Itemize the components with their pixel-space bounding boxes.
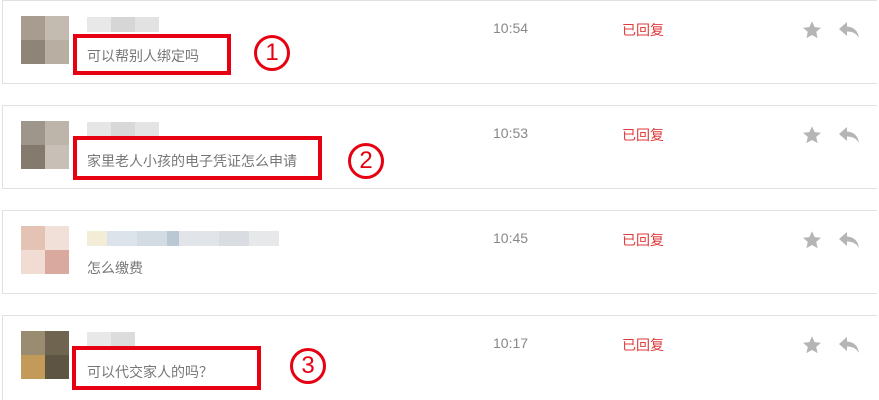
sender-name-blurred <box>87 231 279 246</box>
message-row[interactable]: 可以帮别人绑定吗 10:54 已回复 <box>2 0 877 84</box>
sender-name-blurred <box>87 17 159 32</box>
reply-arrow-icon[interactable] <box>837 334 861 356</box>
star-icon[interactable] <box>801 19 823 41</box>
annotation-number: 2 <box>348 143 384 179</box>
star-icon[interactable] <box>801 229 823 251</box>
message-time: 10:54 <box>493 20 529 36</box>
status-badge: 已回复 <box>622 23 664 39</box>
reply-arrow-icon[interactable] <box>837 124 861 146</box>
status-badge: 已回复 <box>622 338 664 354</box>
reply-arrow-icon[interactable] <box>837 229 861 251</box>
star-icon[interactable] <box>801 334 823 356</box>
star-icon[interactable] <box>801 124 823 146</box>
avatar[interactable] <box>21 331 69 379</box>
annotation-number: 1 <box>254 35 290 71</box>
message-time: 10:45 <box>493 230 529 246</box>
annotation-number: 3 <box>290 348 326 384</box>
reply-arrow-icon[interactable] <box>837 19 861 41</box>
message-text[interactable]: 可以帮别人绑定吗 <box>87 46 199 66</box>
message-row[interactable]: 家里老人小孩的电子凭证怎么申请 10:53 已回复 <box>2 105 877 189</box>
message-time: 10:17 <box>493 335 529 351</box>
avatar[interactable] <box>21 226 69 274</box>
message-list: 可以帮别人绑定吗 10:54 已回复 家里老人小孩的电子凭证怎么申请 10:53… <box>0 0 879 400</box>
message-row[interactable]: 怎么缴费 10:45 已回复 <box>2 210 877 294</box>
sender-name-blurred <box>87 122 159 137</box>
avatar[interactable] <box>21 16 69 64</box>
message-text[interactable]: 怎么缴费 <box>87 258 143 278</box>
message-text[interactable]: 家里老人小孩的电子凭证怎么申请 <box>87 151 297 171</box>
message-text[interactable]: 可以代交家人的吗？ <box>87 362 213 382</box>
status-badge: 已回复 <box>622 128 664 144</box>
message-row[interactable]: 可以代交家人的吗？ 10:17 已回复 <box>2 315 877 400</box>
message-time: 10:53 <box>493 125 529 141</box>
avatar[interactable] <box>21 121 69 169</box>
sender-name-blurred <box>87 332 135 347</box>
status-badge: 已回复 <box>622 233 664 249</box>
